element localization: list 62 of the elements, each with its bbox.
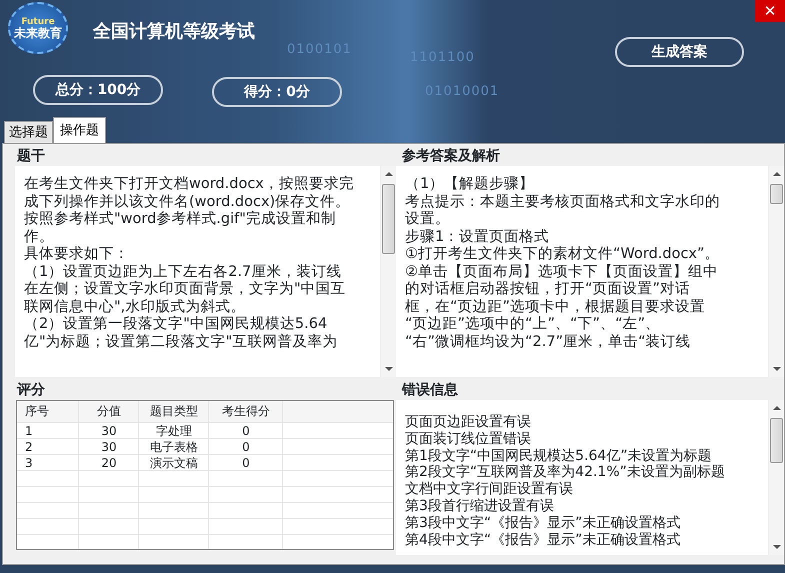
text-line: 联网信息中心",水印版式为斜式。: [24, 298, 246, 316]
table-cell-text: 3: [24, 455, 34, 471]
table-cell-text: 0: [241, 455, 251, 471]
earned-score-button[interactable]: 得分：0分: [212, 77, 342, 107]
scrollbar[interactable]: [768, 166, 784, 377]
scrollbar[interactable]: [768, 400, 784, 555]
column-header: 题目类型: [149, 403, 199, 420]
text-line: 具体要求如下：: [24, 246, 130, 264]
text-line: 按照参考样式"word参考样式.gif"完成设置和制: [24, 211, 337, 228]
text-line: 成下列操作并以该文件名(word.docx)保存文件。: [24, 194, 352, 210]
text-line: 第3段首行缩进设置有误: [405, 498, 555, 515]
text-line: 文档中文字行间距设置有误: [405, 481, 574, 498]
text-line: 的对话框启动器按钮，打开“页面设置”对话: [405, 281, 692, 298]
column-header: 序号: [24, 403, 50, 420]
table-cell-text: 0: [241, 423, 251, 439]
total-score-button[interactable]: 总分：100分: [33, 75, 163, 105]
logo-text: 未来教育: [14, 26, 62, 38]
table-cell-text: 1: [24, 423, 34, 439]
table-cell-text: 30: [100, 439, 118, 455]
text-line: ①打开考生文件夹下的素材文件“Word.docx”。: [405, 246, 721, 264]
table-cell-text: 演示文稿: [149, 455, 199, 471]
text-line: （2）设置第一段落文字"中国网民规模达5.64: [24, 316, 328, 334]
tab[interactable]: 操作题: [53, 116, 106, 143]
table-cell-text: 字处理: [155, 423, 193, 439]
table-cell-text: 2: [24, 439, 34, 455]
panel-title: 错误信息: [400, 381, 459, 400]
text-line: 第3段中文字“《报告》显示”未正确设置格式: [405, 514, 682, 532]
column-header: 分值: [96, 403, 122, 420]
tab[interactable]: 选择题: [4, 120, 53, 143]
text-line: 在考生文件夹下打开文档word.docx，按照要求完: [24, 176, 355, 194]
table-cell-text: 20: [100, 455, 118, 471]
text-line: （1）设置页边距为上下左右各2.7厘米，装订线: [24, 264, 342, 280]
text-line: 第4段中文字“《报告》显示”未正确设置格式: [405, 532, 682, 548]
column-header: 考生得分: [221, 403, 271, 420]
text-line: ②单击【页面布局】选项卡下【页面设置】组中: [405, 264, 719, 280]
panel-title: 参考答案及解析: [401, 146, 501, 166]
text-line: 第1段文字“中国网民规模达5.64亿”未设置为标题: [405, 448, 713, 464]
text-line: 亿"为标题；设置第二段落文字"互联网普及率为: [24, 334, 338, 351]
background-digits: 01010001: [425, 83, 500, 101]
text-line: 页面页边距设置有误: [405, 414, 532, 431]
text-line: “页边距”选项中的“上”、“下”、“左”、: [405, 316, 662, 334]
text-line: “右”微调框均设为“2.7”厘米，单击“装订线: [405, 334, 692, 351]
text-line: 在左侧；设置文字水印页面背景，文字为"中国互: [24, 281, 347, 298]
table-cell-text: 0: [241, 439, 251, 455]
generate-answer-button[interactable]: 生成答案: [615, 37, 744, 67]
window-title: 全国计算机等级考试: [93, 20, 255, 44]
text-line: 设置。: [405, 211, 451, 228]
panel-title: 题干: [16, 147, 46, 166]
text-line: 步骤1：设置页面格式: [405, 228, 550, 246]
table-cell-text: 电子表格: [149, 439, 199, 455]
close-button[interactable]: ✕: [755, 0, 785, 22]
scrollbar[interactable]: [380, 166, 396, 377]
logo-text: Future: [21, 18, 55, 26]
table-cell-text: 30: [100, 423, 118, 439]
panel-title: 评分: [16, 381, 46, 400]
background-digits: 0100101: [287, 41, 352, 59]
text-line: （1）【解题步骤】: [405, 176, 536, 194]
text-line: 作。: [24, 228, 55, 246]
text-line: 框，在“页边距”选项卡中，根据题目要求设置: [405, 298, 706, 316]
text-line: 第2段文字“互联网普及率为42.1%”未设置为副标题: [405, 464, 726, 481]
text-line: 考点提示：本题主要考核页面格式和文字水印的: [405, 194, 721, 211]
text-line: 页面装订线位置错误: [405, 430, 532, 448]
